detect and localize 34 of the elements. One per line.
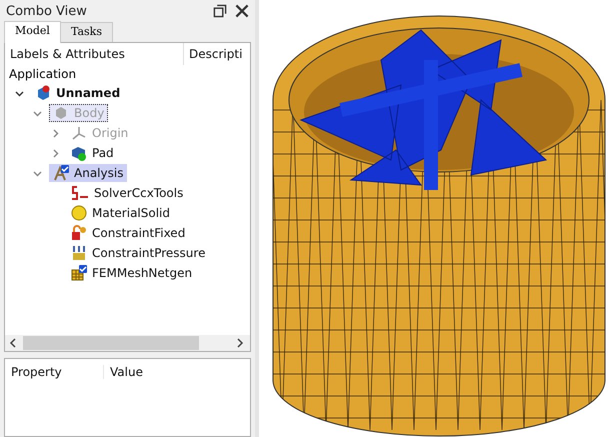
column-header[interactable]: Value (103, 365, 143, 379)
tree-item[interactable]: ConstraintFixed (67, 224, 190, 242)
float-icon[interactable] (213, 4, 227, 18)
scroll-right-icon[interactable] (236, 338, 244, 348)
close-icon[interactable] (235, 4, 249, 18)
chevron-down-icon[interactable] (14, 88, 24, 98)
tree-item[interactable]: MaterialSolid (67, 204, 174, 222)
chevron-right-icon[interactable] (50, 128, 60, 138)
column-header[interactable]: Property (5, 365, 103, 379)
tree-item[interactable]: Pad (67, 144, 118, 162)
panel-title: Combo View (6, 4, 88, 18)
chevron-right-icon[interactable] (50, 148, 60, 158)
tree-item[interactable]: Analysis (49, 164, 128, 182)
column-header[interactable]: Labels & Attributes (5, 47, 183, 61)
tree-item[interactable]: SolverCcxTools (67, 184, 188, 202)
tree-item[interactable]: ConstraintPressure (67, 244, 210, 262)
tab[interactable]: Model (4, 21, 61, 43)
pressure-icon (71, 245, 87, 261)
tree-item[interactable]: Unnamed (31, 84, 124, 102)
scrollbar-thumb[interactable] (23, 336, 199, 350)
mesh-icon (71, 265, 87, 281)
tree-root-label: Application (8, 66, 78, 83)
body-icon (53, 105, 69, 121)
solver-icon (71, 185, 89, 201)
sphere-icon (71, 205, 87, 221)
tab[interactable]: Tasks (60, 22, 113, 42)
tree-item[interactable]: FEMMeshNetgen (67, 264, 196, 282)
axes-icon (71, 125, 87, 141)
document-icon (35, 85, 51, 101)
padlock-icon (71, 225, 87, 241)
pad-icon (71, 145, 87, 161)
column-header[interactable]: Descripti (183, 43, 250, 65)
analysis-icon (53, 165, 69, 181)
scroll-left-icon[interactable] (9, 338, 17, 348)
